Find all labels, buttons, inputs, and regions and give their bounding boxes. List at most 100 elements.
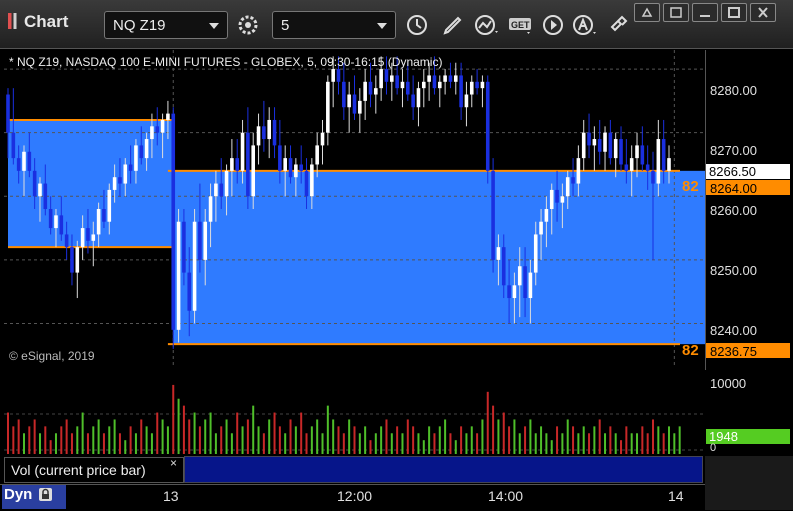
candle-body	[416, 88, 421, 108]
candle-body	[358, 100, 362, 114]
minimize-button[interactable]	[692, 3, 718, 22]
chevron-down-icon	[209, 23, 219, 29]
time-button[interactable]	[402, 11, 432, 39]
restore-button[interactable]	[663, 3, 689, 22]
draw-button[interactable]	[438, 11, 468, 39]
volume-bar	[641, 426, 644, 454]
candle-body	[331, 69, 335, 82]
candle-body	[256, 126, 261, 146]
upper-level-tag: 8264.00	[706, 180, 790, 196]
volume-bar	[262, 433, 265, 454]
candle-body	[645, 164, 650, 171]
candle-body	[22, 151, 26, 171]
volume-bar	[380, 426, 383, 454]
candle-body	[608, 132, 613, 159]
volume-bar	[540, 426, 543, 454]
dyn-label-text: Dyn	[4, 486, 33, 503]
candle-body	[102, 209, 106, 222]
upper-level-label: 82	[682, 178, 699, 195]
volume-bar	[572, 426, 575, 454]
maximize-button[interactable]	[721, 3, 747, 22]
volume-bar	[529, 419, 532, 454]
volume-bar	[166, 426, 169, 454]
link-button[interactable]	[604, 11, 634, 39]
volume-bar	[428, 426, 431, 454]
settings-button[interactable]	[233, 11, 263, 39]
volume-bar	[353, 426, 356, 454]
volume-bar	[652, 419, 655, 454]
candle-body	[619, 139, 623, 165]
symbol-dropdown[interactable]: NQ Z19	[104, 11, 228, 39]
candle-body	[400, 81, 405, 89]
volume-bar	[28, 426, 31, 454]
play-button[interactable]	[538, 11, 568, 39]
price-chart[interactable]	[4, 50, 705, 368]
volume-bar	[118, 433, 121, 454]
volume-bar	[76, 426, 79, 454]
volume-bar	[44, 426, 47, 454]
close-button[interactable]	[750, 3, 776, 22]
candle-body	[80, 228, 85, 248]
volume-bar	[481, 419, 484, 454]
volume-bar	[150, 433, 153, 454]
volume-bar	[278, 426, 281, 454]
candle-body	[635, 145, 639, 159]
candle-body	[544, 209, 549, 222]
candle-body	[667, 158, 671, 171]
volume-bar	[390, 433, 393, 454]
volume-bar	[22, 433, 25, 454]
volume-bar	[412, 426, 415, 454]
candle-body	[491, 170, 495, 260]
price-tick: 8270.00	[710, 143, 757, 158]
volume-bar	[193, 412, 196, 454]
volume-bar	[609, 426, 612, 454]
volume-bar	[177, 398, 180, 454]
volume-bar	[172, 384, 175, 454]
candle-body	[374, 88, 378, 95]
candle-body	[107, 189, 112, 222]
candle-body	[299, 164, 303, 171]
study-button[interactable]	[472, 11, 502, 39]
study-icon	[475, 15, 498, 35]
volume-bar	[17, 419, 20, 454]
candle-body	[629, 158, 634, 171]
time-tick: 12:00	[337, 488, 373, 504]
symbol-value: NQ Z19	[113, 17, 166, 34]
candle-body	[501, 247, 506, 286]
candle-body	[235, 158, 240, 171]
candle-body	[176, 221, 181, 330]
volume-bar	[401, 433, 404, 454]
volume-bar	[545, 433, 548, 454]
get-button[interactable]: GET	[506, 11, 536, 39]
candle-body	[166, 113, 170, 120]
candle-body	[571, 177, 575, 184]
volume-bar	[438, 426, 441, 454]
window-title: Chart	[8, 12, 68, 32]
candle-body	[485, 81, 490, 171]
volume-bar	[204, 419, 207, 454]
study-panel-bar[interactable]	[184, 456, 703, 483]
volume-tick: 10000	[710, 376, 747, 391]
pin-button[interactable]	[634, 3, 660, 22]
volume-bar	[396, 426, 399, 454]
candle-body	[86, 228, 90, 241]
volume-bar	[497, 419, 500, 454]
volume-bar	[156, 412, 159, 454]
volume-bar	[7, 412, 9, 454]
volume-bar	[593, 426, 596, 454]
maximize-icon	[728, 7, 740, 18]
candle-body	[96, 209, 101, 235]
alert-button[interactable]	[570, 11, 600, 39]
candle-body	[459, 75, 463, 108]
interval-dropdown[interactable]: 5	[272, 11, 396, 39]
close-icon[interactable]: ×	[170, 456, 177, 470]
volume-legend: Vol (current price bar)	[4, 457, 184, 483]
volume-bar	[284, 433, 287, 454]
price-tick: 8280.00	[710, 83, 757, 98]
interval-value: 5	[281, 17, 290, 34]
volume-bar	[476, 433, 479, 454]
volume-bar	[604, 433, 607, 454]
volume-chart[interactable]	[4, 372, 705, 456]
candle-body	[123, 164, 128, 184]
volume-bar	[625, 426, 628, 454]
